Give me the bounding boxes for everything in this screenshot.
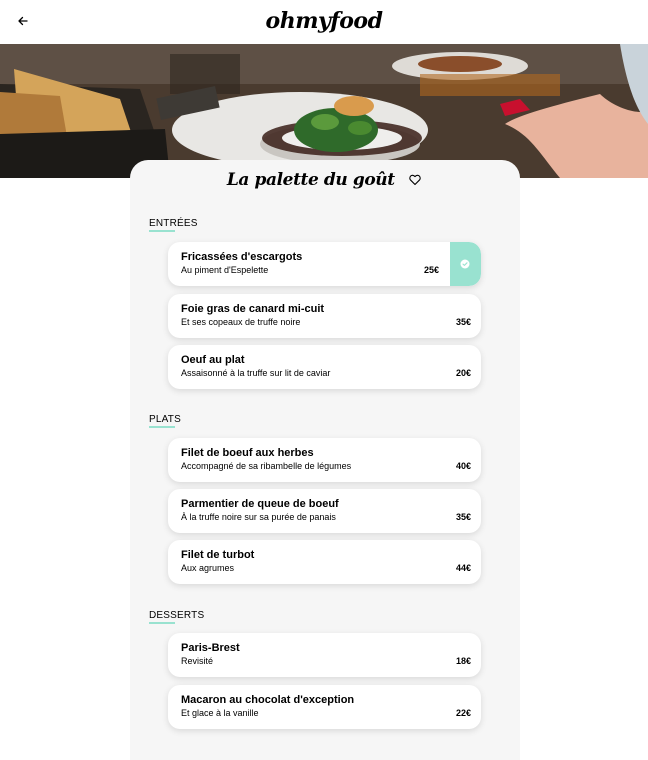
dish-description: Assaisonné à la truffe sur lit de caviar (181, 368, 331, 378)
dish-card[interactable]: Macaron au chocolat d'exception Et glace… (168, 685, 481, 729)
dish-price: 25€ (423, 265, 439, 275)
dish-name: Foie gras de canard mi-cuit (181, 303, 325, 315)
dish-card[interactable]: Filet de turbot Aux agrumes 44€ (168, 540, 481, 584)
hero-image (0, 44, 648, 178)
check-circle-icon (460, 259, 470, 269)
dish-card[interactable]: Oeuf au plat Assaisonné à la truffe sur … (168, 345, 481, 389)
dish-name: Filet de boeuf aux herbes (181, 447, 314, 459)
dish-price: 44€ (455, 563, 471, 573)
dish-description: Revisité (181, 656, 214, 666)
dish-price: 40€ (455, 461, 471, 471)
restaurant-header: La palette du goût (0, 170, 648, 192)
dish-description: Au piment d'Espelette (181, 265, 269, 275)
dish-description: Aux agrumes (181, 563, 235, 573)
dish-name: Paris-Brest (181, 642, 240, 654)
dish-name: Fricassées d'escargots (181, 251, 303, 263)
dish-price: 18€ (455, 656, 471, 666)
dish-name: Parmentier de queue de boeuf (181, 498, 339, 510)
heart-outline-icon[interactable] (409, 174, 421, 186)
dish-card[interactable]: Parmentier de queue de boeuf À la truffe… (168, 489, 481, 533)
dish-card[interactable]: Foie gras de canard mi-cuit Et ses copea… (168, 294, 481, 338)
dish-description: Accompagné de sa ribambelle de légumes (181, 461, 352, 471)
dish-price: 35€ (455, 317, 471, 327)
dish-description: À la truffe noire sur sa purée de panais (181, 512, 336, 522)
section-title-plats: PLATS (149, 414, 181, 428)
restaurant-title: La palette du goût (226, 170, 395, 190)
app-logo[interactable]: ohmyfood (0, 8, 648, 34)
section-title-entrees: ENTRÉES (149, 218, 198, 232)
dish-price: 35€ (455, 512, 471, 522)
dish-name: Oeuf au plat (181, 354, 245, 366)
dish-price: 22€ (455, 708, 471, 718)
dish-name: Filet de turbot (181, 549, 255, 561)
header: ohmyfood (0, 0, 648, 44)
dish-name: Macaron au chocolat d'exception (181, 694, 355, 706)
dish-card[interactable]: Fricassées d'escargots Au piment d'Espel… (168, 242, 481, 286)
selected-indicator[interactable] (450, 242, 481, 286)
dish-price: 20€ (455, 368, 471, 378)
section-title-desserts: DESSERTS (149, 610, 205, 624)
dish-card[interactable]: Filet de boeuf aux herbes Accompagné de … (168, 438, 481, 482)
dish-description: Et ses copeaux de truffe noire (181, 317, 301, 327)
dish-card[interactable]: Paris-Brest Revisité 18€ (168, 633, 481, 677)
dish-description: Et glace à la vanille (181, 708, 259, 718)
